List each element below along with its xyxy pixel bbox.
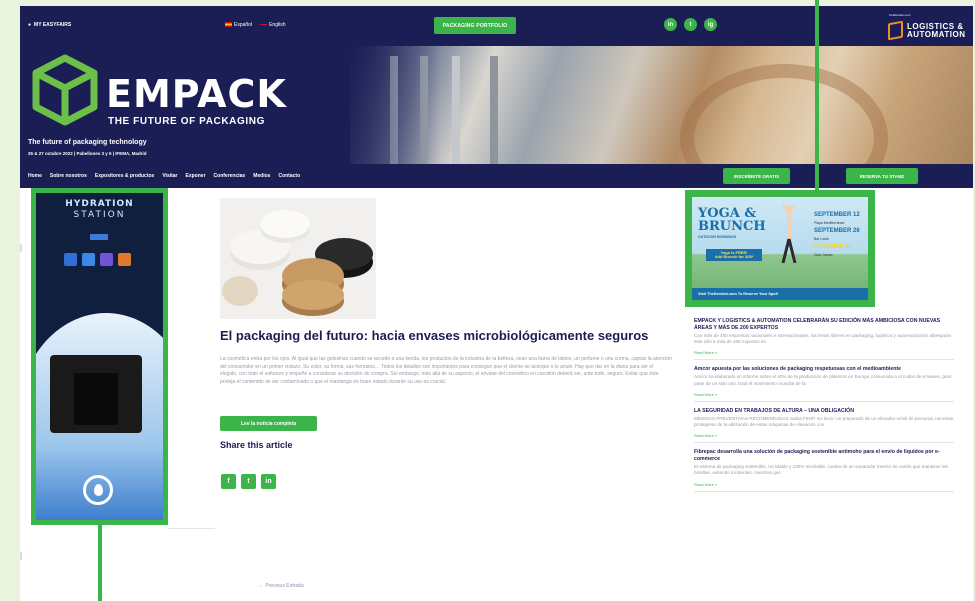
- list-item: Amcor apuesta por las soluciones de pack…: [694, 366, 954, 402]
- list-item: Fibrepac desarrolla una solución de pack…: [694, 449, 954, 492]
- news-title[interactable]: Fibrepac desarrolla una solución de pack…: [694, 449, 954, 463]
- news-title[interactable]: LA SEGURIDAD EN TRABAJOS DE ALTURA – UNA…: [694, 408, 954, 415]
- read-more-link[interactable]: Read More »: [694, 392, 954, 397]
- ad-subtitle: OUTDOOR MORNINGS: [698, 235, 737, 239]
- scroll-marker: [20, 552, 22, 560]
- dispenser-nozzle: [50, 355, 142, 433]
- top-bar: ● MY EASYFAIRS Español English PACKAGING…: [20, 6, 973, 46]
- ad-free-badge: Yoga is FREE! Add Brunch for $25*: [706, 249, 762, 261]
- hero-tagline: The future of packaging technology: [28, 139, 147, 146]
- share-buttons: f t in: [221, 474, 276, 489]
- empack-logo-subtitle: THE FUTURE OF PACKAGING: [108, 116, 265, 127]
- register-free-button[interactable]: INSCRÍBETE GRATIS: [723, 168, 790, 184]
- facebook-share-icon[interactable]: f: [221, 474, 236, 489]
- lang-en[interactable]: English: [260, 22, 285, 28]
- news-list: EMPACK Y LOGISTICS & AUTOMATION CELEBRAR…: [694, 318, 954, 498]
- nav-home[interactable]: Home: [28, 173, 42, 179]
- read-more-link[interactable]: Read More »: [694, 482, 954, 487]
- ad-title: YOGA & BRUNCH: [698, 206, 766, 234]
- article-excerpt: La cosmética entra por los ojos. Al igua…: [220, 356, 672, 385]
- read-more-link[interactable]: Read More »: [694, 433, 954, 438]
- empack-cube-logo-icon: [32, 54, 98, 126]
- news-title[interactable]: EMPACK Y LOGISTICS & AUTOMATION CELEBRAR…: [694, 318, 954, 332]
- ad-dates: SEPTEMBER 12 Playa Mediterránea SEPTEMBE…: [814, 212, 860, 257]
- twitter-icon[interactable]: t: [684, 18, 697, 31]
- nav-medios[interactable]: Medios: [253, 173, 270, 179]
- twitter-share-icon[interactable]: t: [241, 474, 256, 489]
- la-logo-line2: AUTOMATION: [907, 29, 966, 39]
- hydration-station-ad[interactable]: HYDRATION STATION: [31, 188, 168, 525]
- scroll-marker: [20, 244, 22, 252]
- main-nav: Home Sobre nosotros Expositores & produc…: [20, 164, 973, 188]
- annotation-line: [815, 0, 819, 190]
- hero-dates: 26 & 27 octubre 2022 | Pabellones 3 y 5 …: [28, 151, 147, 156]
- instagram-icon[interactable]: ig: [704, 18, 717, 31]
- lang-es[interactable]: Español: [225, 22, 252, 28]
- colocated-label: Celebrado con:: [889, 13, 911, 17]
- social-links: in t ig: [664, 18, 717, 31]
- logistics-automation-logo[interactable]: LOGISTICS & AUTOMATION: [888, 20, 966, 41]
- hero-photo: [350, 46, 973, 164]
- news-excerpt: Con más de 400 empresas nacionales e int…: [694, 333, 952, 345]
- hero-banner: EMPACK THE FUTURE OF PACKAGING The futur…: [20, 46, 973, 164]
- packaging-portfolio-button[interactable]: PACKAGING PORTFOLIO: [434, 17, 516, 34]
- article-title[interactable]: El packaging del futuro: hacia envases m…: [220, 328, 648, 343]
- language-switcher: Español English: [225, 22, 285, 28]
- book-stand-button[interactable]: RESERVA TU STAND: [846, 168, 918, 184]
- news-excerpt: El sistema de packaging sostenible, reci…: [694, 464, 948, 476]
- annotation-line: [98, 525, 102, 601]
- my-easyfairs-label: MY EASYFAIRS: [34, 22, 72, 28]
- ad-subtitle: STATION: [73, 210, 126, 220]
- spain-flag-icon: [225, 22, 232, 28]
- read-more-link[interactable]: Read More »: [694, 350, 954, 355]
- nav-visitar[interactable]: Visitar: [162, 173, 177, 179]
- linkedin-share-icon[interactable]: in: [261, 474, 276, 489]
- water-drop-icon: [83, 475, 113, 505]
- empack-logo-text: EMPACK: [106, 72, 287, 116]
- uk-flag-icon: [260, 22, 268, 28]
- read-full-article-button[interactable]: Lee la noticia completa: [220, 416, 317, 431]
- previous-entry-link[interactable]: ← Previous Entrada: [259, 583, 304, 589]
- share-heading: Share this article: [220, 440, 293, 450]
- page: ● MY EASYFAIRS Español English PACKAGING…: [20, 6, 973, 601]
- nav-expositores[interactable]: Expositores & productos: [95, 173, 154, 179]
- machine-buttons: [64, 253, 131, 266]
- nav-exponer[interactable]: Exponer: [186, 173, 206, 179]
- news-title[interactable]: Amcor apuesta por las soluciones de pack…: [694, 366, 954, 373]
- la-logo-mark-icon: [888, 20, 903, 41]
- article-image: [220, 198, 376, 319]
- nav-conferencias[interactable]: Conferencias: [214, 173, 246, 179]
- nav-sobre-nosotros[interactable]: Sobre nosotros: [50, 173, 87, 179]
- my-easyfairs-link[interactable]: ● MY EASYFAIRS: [28, 22, 71, 28]
- ad-footer: Visit TheDeretch.com To Reserve Your Spo…: [692, 288, 868, 300]
- yoga-person-icon: [781, 203, 797, 263]
- ad-title: HYDRATION: [65, 199, 134, 209]
- nav-contacto[interactable]: Contacto: [278, 173, 300, 179]
- list-item: LA SEGURIDAD EN TRABAJOS DE ALTURA – UNA…: [694, 408, 954, 444]
- news-excerpt: MEDIDAS PREVENTIVAS RECOMENDADAS Sabia F…: [694, 415, 954, 428]
- yoga-brunch-ad[interactable]: YOGA & BRUNCH OUTDOOR MORNINGS Yoga is F…: [685, 190, 875, 307]
- machine-screen: [90, 234, 108, 240]
- list-item: EMPACK Y LOGISTICS & AUTOMATION CELEBRAR…: [694, 318, 954, 361]
- user-icon: ●: [28, 22, 32, 28]
- linkedin-icon[interactable]: in: [664, 18, 677, 31]
- news-excerpt: Amcor ha elaborado un informe sobre el 4…: [694, 374, 952, 386]
